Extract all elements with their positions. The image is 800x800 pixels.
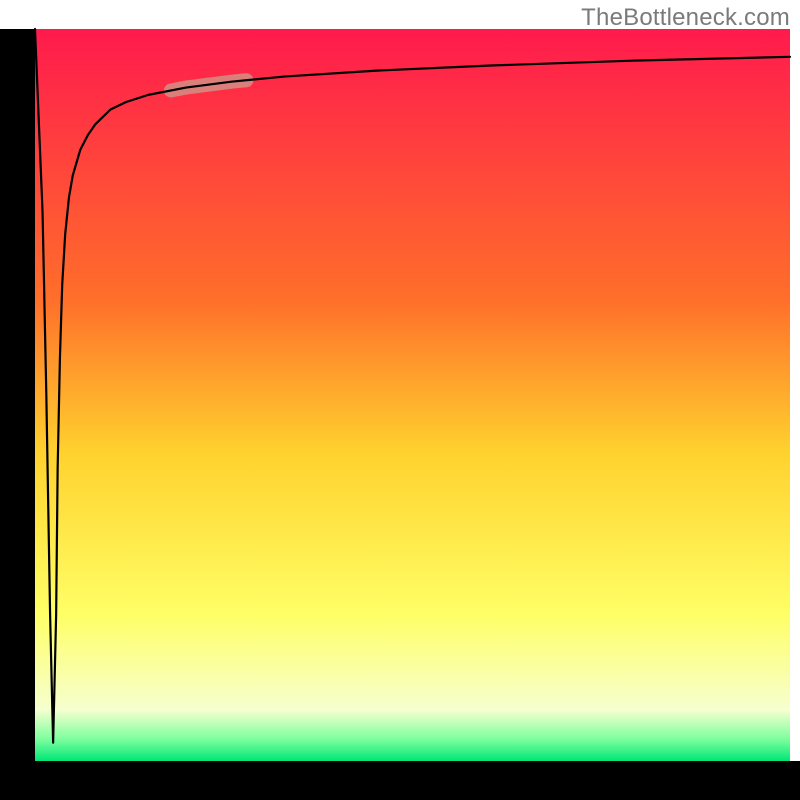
bottleneck-chart — [0, 0, 800, 800]
chart-stage: TheBottleneck.com — [0, 0, 800, 800]
watermark-label: TheBottleneck.com — [581, 4, 790, 32]
plot-background — [35, 29, 790, 761]
y-axis-bar — [0, 29, 35, 800]
x-axis-bar — [0, 761, 800, 800]
plot-right-edge — [790, 29, 791, 761]
